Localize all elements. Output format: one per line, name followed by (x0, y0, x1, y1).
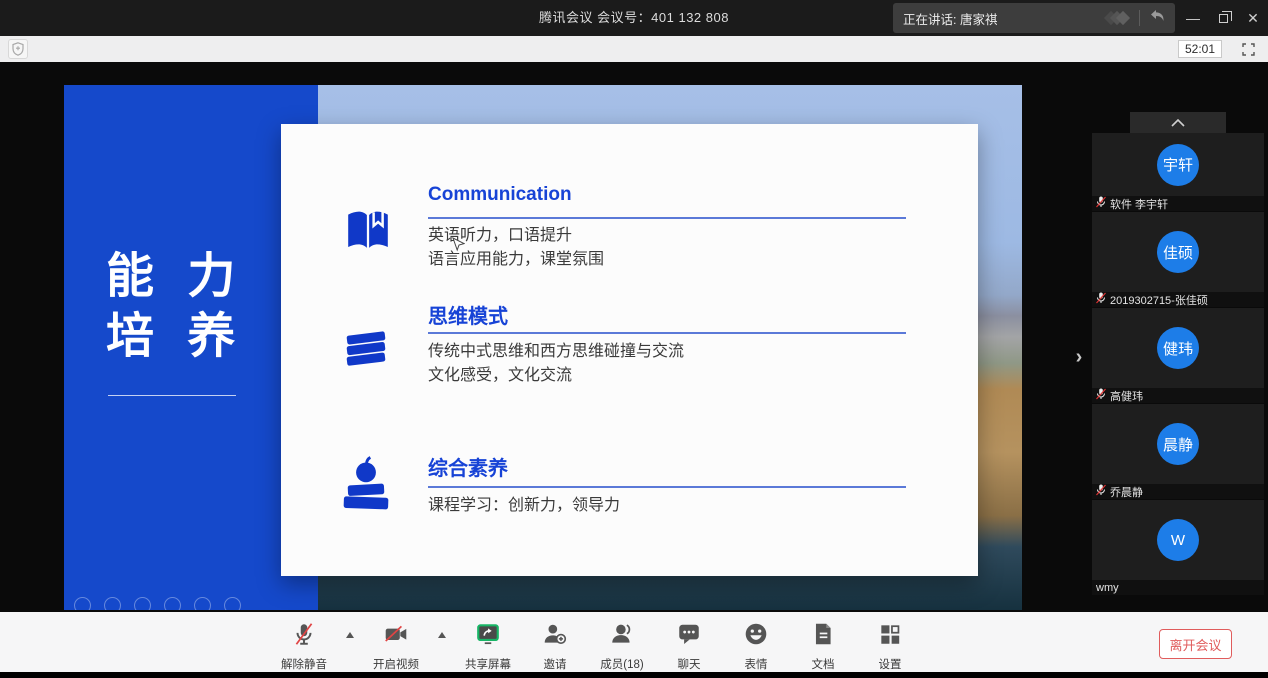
mic-muted-icon (1096, 291, 1106, 309)
video-options-caret[interactable] (435, 612, 449, 672)
smiley-icon (743, 621, 769, 652)
security-shield-icon[interactable] (8, 39, 28, 59)
close-button[interactable]: ✕ (1238, 0, 1268, 36)
window-controls: — ✕ (1178, 0, 1268, 36)
tencent-meeting-window: 腾讯会议 会议号：401 132 808 正在讲话: 唐家祺 — ✕ 52:01 (0, 0, 1268, 678)
fullscreen-icon[interactable] (1240, 41, 1256, 57)
participant-tile[interactable]: 佳硕 2019302715-张佳硕 (1092, 212, 1264, 307)
section-title: 思维模式 (428, 300, 508, 329)
main-stage: 能 力培 养 Communication (0, 62, 1268, 612)
restore-button[interactable] (1208, 0, 1238, 36)
section-rule (428, 217, 906, 219)
avatar: 宇轩 (1157, 144, 1199, 186)
shared-screen: 能 力培 养 Communication (64, 85, 1022, 610)
avatar: 健玮 (1157, 327, 1199, 369)
section-rule (428, 486, 906, 488)
invite-person-icon (542, 621, 568, 652)
avatar: 佳硕 (1157, 231, 1199, 273)
social-icon (104, 597, 121, 610)
slide-panel-title: 能 力培 养 (106, 247, 245, 367)
speaking-indicator: 正在讲话: 唐家祺 (893, 3, 1175, 33)
settings-grid-icon (877, 621, 903, 652)
participant-name: 高健玮 (1110, 388, 1143, 404)
panel-expand-chevron-icon[interactable]: › (1068, 344, 1090, 370)
meeting-timer: 52:01 (1178, 40, 1222, 58)
divider (1139, 10, 1140, 26)
participant-tile[interactable]: W wmy (1092, 500, 1264, 595)
settings-button[interactable]: 设置 (862, 612, 918, 672)
participant-name: 软件 李宇轩 (1110, 196, 1168, 212)
social-icon (224, 597, 241, 610)
social-icon (194, 597, 211, 610)
minimize-button[interactable]: — (1178, 0, 1208, 36)
bottom-strip (0, 672, 1268, 678)
start-video-button[interactable]: 开启视频 (368, 612, 424, 672)
title-bar: 腾讯会议 会议号：401 132 808 正在讲话: 唐家祺 — ✕ (0, 0, 1268, 36)
section-rule (428, 332, 906, 334)
return-arrow-icon[interactable] (1149, 9, 1165, 28)
participant-tile[interactable]: 健玮 高健玮 (1092, 308, 1264, 403)
avatar: 晨静 (1157, 423, 1199, 465)
open-book-icon (341, 200, 395, 263)
emoji-button[interactable]: 表情 (728, 612, 784, 672)
participant-tile[interactable]: 晨静 乔晨静 (1092, 404, 1264, 499)
section-title: 综合素养 (428, 452, 508, 481)
chat-bubble-icon (676, 621, 702, 652)
slide-card: Communication 英语听力，口语提升 语言应用能力，课堂氛围 思维模式… (281, 124, 978, 576)
share-screen-icon (475, 621, 501, 652)
participant-panel: 宇轩 软件 李宇轩 佳硕 2019302715-张佳硕 健玮 高健玮 (1092, 62, 1264, 612)
mic-options-caret[interactable] (343, 612, 357, 672)
section-body: 传统中式思维和西方思维碰撞与交流 文化感受，文化交流 (428, 340, 684, 388)
unmute-button[interactable]: 解除静音 (276, 612, 332, 672)
book-stack-icon (337, 322, 395, 381)
social-icon (164, 597, 181, 610)
mouse-cursor (452, 237, 465, 259)
invite-button[interactable]: 邀请 (527, 612, 583, 672)
avatar: W (1157, 519, 1199, 561)
meeting-logo-icon (1106, 13, 1128, 23)
section-body: 课程学习：创新力，领导力 (428, 494, 620, 518)
document-icon (810, 621, 836, 652)
mic-muted-icon (1096, 195, 1106, 213)
scroll-up-button[interactable] (1130, 112, 1226, 133)
chat-button[interactable]: 聊天 (661, 612, 717, 672)
members-button[interactable]: 成员(18) (594, 612, 650, 672)
mic-muted-icon (1096, 483, 1106, 501)
speaking-label: 正在讲话: 唐家祺 (903, 9, 1097, 28)
section-title: Communication (428, 184, 572, 206)
slide-left-panel: 能 力培 养 (64, 85, 318, 610)
participant-tile[interactable]: 宇轩 软件 李宇轩 (1092, 133, 1264, 211)
status-bar: 52:01 (0, 36, 1268, 62)
members-icon (609, 621, 635, 652)
bottom-toolbar: 解除静音 开启视频 共享屏幕 邀请 (0, 612, 1268, 672)
participant-name: wmy (1096, 582, 1119, 594)
mic-muted-icon (1096, 387, 1106, 405)
mic-muted-icon (291, 621, 317, 652)
participant-name: 乔晨静 (1110, 484, 1143, 500)
panel-underline (108, 395, 236, 396)
social-icons-row (74, 597, 241, 610)
leave-meeting-button[interactable]: 离开会议 (1159, 629, 1232, 659)
social-icon (74, 597, 91, 610)
share-screen-button[interactable]: 共享屏幕 (460, 612, 516, 672)
camera-off-icon (382, 621, 410, 652)
apple-on-books-icon (337, 452, 395, 521)
participant-name: 2019302715-张佳硕 (1110, 292, 1208, 308)
social-icon (134, 597, 151, 610)
docs-button[interactable]: 文档 (795, 612, 851, 672)
